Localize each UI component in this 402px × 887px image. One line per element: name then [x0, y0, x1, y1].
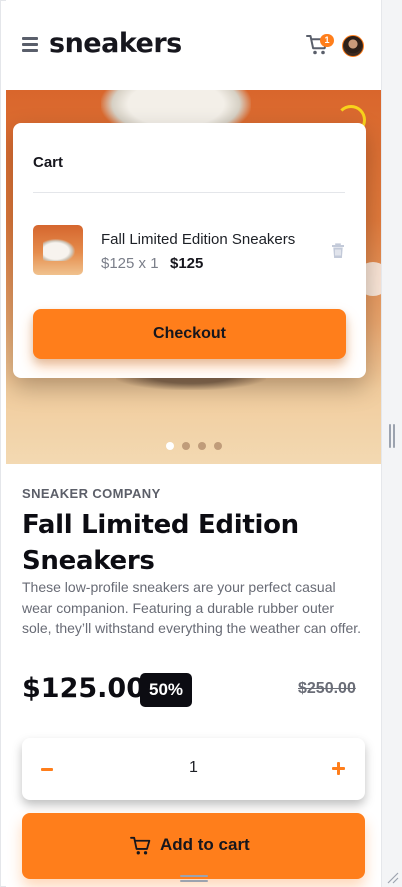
app-root: sneakers 1 Cart Fall Limited Edition Sne…	[6, 0, 381, 887]
product-description: These low-profile sneakers are your perf…	[22, 579, 362, 636]
plus-icon[interactable]	[332, 762, 345, 775]
add-to-cart-button[interactable]: Add to cart	[22, 813, 365, 879]
divider	[33, 192, 345, 193]
carousel-dot[interactable]	[181, 442, 190, 450]
cart-item-thumbnail	[33, 225, 83, 275]
bottom-resize-handle[interactable]	[180, 875, 208, 883]
discount-badge: 50%	[140, 673, 193, 707]
corner-resize-grip[interactable]	[385, 870, 399, 884]
cart-icon	[130, 836, 151, 855]
carousel-dot[interactable]	[197, 442, 206, 450]
current-price: $125.00	[22, 673, 145, 704]
company-name: SNEAKER COMPANY	[22, 486, 161, 501]
carousel-dots	[6, 442, 381, 450]
carousel-dot[interactable]	[165, 442, 174, 450]
product-title: Fall Limited Edition Sneakers	[22, 510, 299, 576]
avatar[interactable]	[342, 35, 364, 57]
cart-item-unit-price: $125 x 1	[101, 255, 159, 272]
checkout-button[interactable]: Checkout	[33, 309, 346, 359]
original-price: $250.00	[298, 680, 356, 697]
logo[interactable]: sneakers	[49, 28, 182, 59]
add-to-cart-label: Add to cart	[160, 835, 250, 854]
carousel-dot[interactable]	[213, 442, 222, 450]
resize-handle[interactable]	[389, 424, 395, 448]
cart-item-total: $125	[170, 255, 204, 272]
cart-count-badge: 1	[320, 34, 334, 47]
trash-icon[interactable]	[331, 243, 345, 259]
cart-dropdown: Cart Fall Limited Edition Sneakers $125 …	[13, 123, 366, 378]
menu-icon[interactable]	[22, 37, 38, 52]
quantity-stepper: 1	[22, 738, 365, 800]
quantity-value: 1	[189, 759, 198, 776]
site-header: sneakers 1	[6, 0, 381, 90]
cart-title: Cart	[33, 154, 64, 171]
cart-item-name: Fall Limited Edition Sneakers	[101, 231, 296, 248]
